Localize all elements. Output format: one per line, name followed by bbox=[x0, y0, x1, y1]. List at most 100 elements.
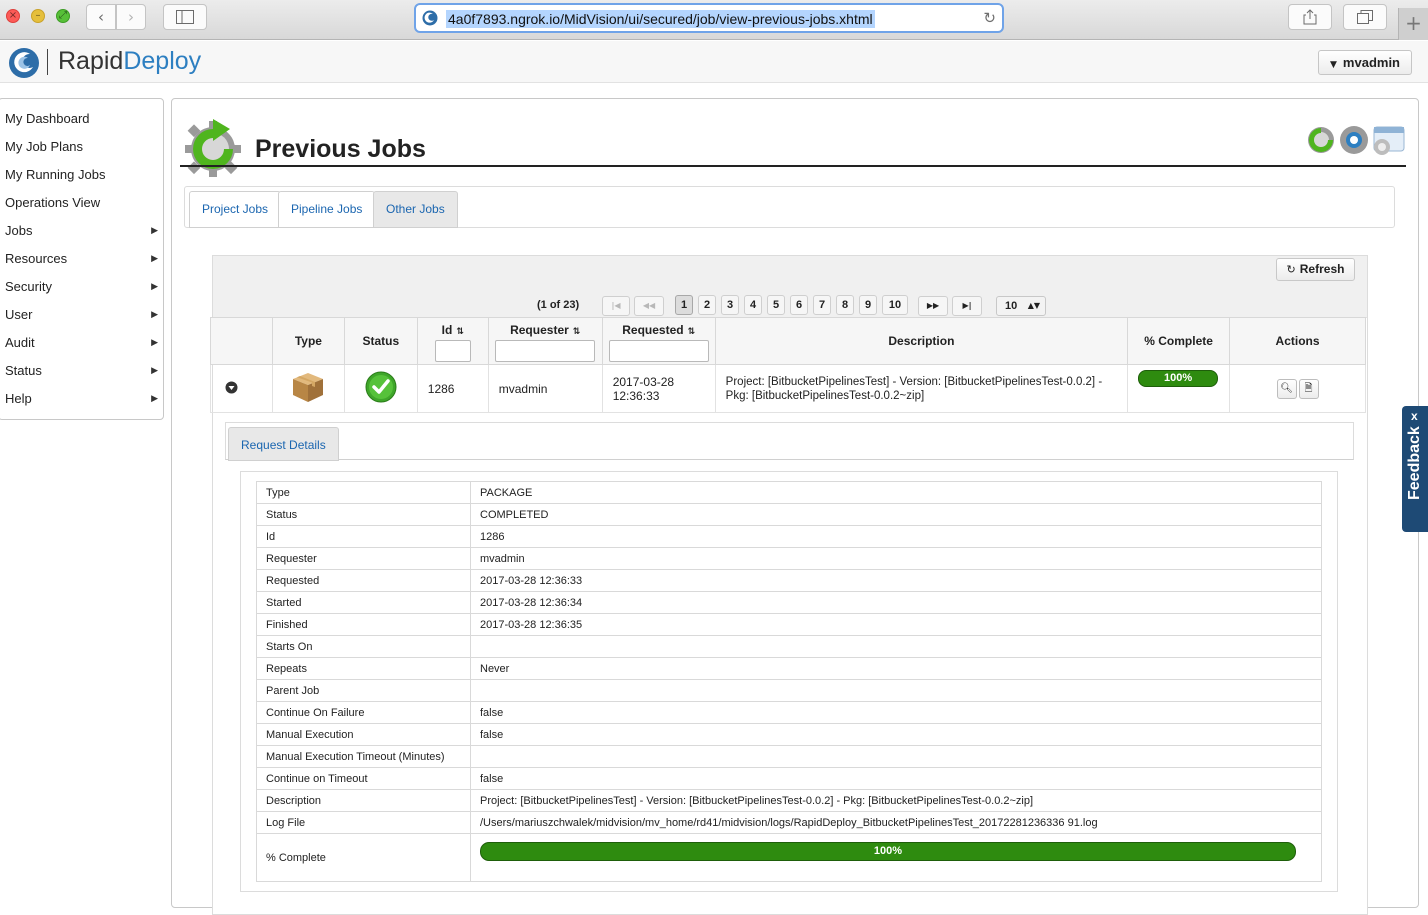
detail-value bbox=[470, 679, 1322, 702]
page-button-6[interactable]: 6 bbox=[790, 295, 808, 315]
url-text[interactable]: 4a0f7893.ngrok.io/MidVision/ui/secured/j… bbox=[446, 10, 875, 28]
calendar-gear-icon bbox=[1373, 126, 1405, 155]
menu-item-operations-view[interactable]: Operations View bbox=[0, 189, 163, 217]
menu-item-security[interactable]: Security ▶ bbox=[0, 273, 163, 301]
type-column-header: Type bbox=[271, 317, 345, 365]
gear-blue-icon bbox=[1340, 126, 1368, 154]
reload-icon[interactable]: ↻ bbox=[983, 9, 996, 27]
id-column-header[interactable]: Id ⇅ bbox=[416, 317, 489, 365]
triangle-right-icon: ▶ bbox=[151, 254, 158, 264]
detail-key: Log File bbox=[256, 811, 471, 834]
page-button-2[interactable]: 2 bbox=[698, 295, 716, 315]
tab-pipeline-jobs[interactable]: Pipeline Jobs bbox=[278, 191, 376, 228]
view-job-button[interactable]: 🔍︎ bbox=[1276, 378, 1297, 399]
rapiddeploy-logo[interactable] bbox=[8, 47, 40, 79]
page-button-10[interactable]: 10 bbox=[882, 295, 908, 315]
menu-item-audit[interactable]: Audit ▶ bbox=[0, 329, 163, 357]
previous-page-button[interactable]: ◀◀ bbox=[634, 296, 664, 316]
detail-key: Requested bbox=[256, 569, 471, 592]
feedback-tab[interactable]: x Feedback bbox=[1402, 406, 1428, 532]
description-cell: Project: [BitbucketPipelinesTest] - Vers… bbox=[714, 364, 1129, 413]
previous-jobs-table: Type Status Id ⇅ Requester ⇅ Requested ⇅ De… bbox=[210, 317, 1366, 413]
refresh-button[interactable]: ↻ Refresh bbox=[1276, 258, 1355, 281]
actions-cell: 🔍︎ 🗎 bbox=[1229, 364, 1366, 413]
forward-button[interactable]: › bbox=[116, 4, 146, 30]
table-row: Description Project: [BitbucketPipelinesT… bbox=[256, 789, 1322, 812]
page-button-7[interactable]: 7 bbox=[813, 295, 831, 315]
page-button-5[interactable]: 5 bbox=[767, 295, 785, 315]
detail-value: 2017-03-28 12:36:34 bbox=[470, 591, 1322, 614]
detail-key: Type bbox=[256, 481, 471, 504]
gear-refresh-icon bbox=[185, 119, 241, 177]
detail-key: Description bbox=[256, 789, 471, 812]
last-page-button[interactable]: ▶| bbox=[952, 296, 982, 316]
show-tabs-button[interactable] bbox=[1343, 4, 1387, 30]
table-row: Started 2017-03-28 12:36:34 bbox=[256, 591, 1322, 614]
tab-other-jobs[interactable]: Other Jobs bbox=[373, 191, 458, 228]
detail-value: COMPLETED bbox=[470, 503, 1322, 526]
request-details-table: Type PACKAGE Status COMPLETED Id 1286 Requeste… bbox=[256, 481, 1322, 882]
requester-column-header[interactable]: Requester ⇅ bbox=[487, 317, 603, 365]
back-button[interactable]: ‹ bbox=[86, 4, 116, 30]
close-window-button[interactable]: × bbox=[6, 9, 20, 23]
fullscreen-window-button[interactable]: ⤢ bbox=[56, 9, 70, 23]
new-tab-button[interactable]: + bbox=[1398, 8, 1428, 40]
complete-cell: 100% bbox=[1127, 364, 1231, 413]
menu-item-my-running-jobs[interactable]: My Running Jobs bbox=[0, 161, 163, 189]
requester-filter-input[interactable] bbox=[495, 340, 596, 362]
address-bar[interactable]: 4a0f7893.ngrok.io/MidVision/ui/secured/j… bbox=[414, 3, 1004, 33]
menu-item-user[interactable]: User ▶ bbox=[0, 301, 163, 329]
first-page-button[interactable]: |◀ bbox=[602, 296, 630, 316]
page-button-3[interactable]: 3 bbox=[721, 295, 739, 315]
next-page-button[interactable]: ▶▶ bbox=[918, 296, 948, 316]
menu-item-my-job-plans[interactable]: My Job Plans bbox=[0, 133, 163, 161]
share-button[interactable] bbox=[1288, 4, 1332, 30]
table-row: Requester mvadmin bbox=[256, 547, 1322, 570]
request-details-tabs: Request Details bbox=[225, 422, 1354, 461]
user-menu-button[interactable]: ▼ mvadmin bbox=[1318, 50, 1412, 75]
page-button-4[interactable]: 4 bbox=[744, 295, 762, 315]
page-header-icons bbox=[1308, 126, 1405, 155]
page-button-1[interactable]: 1 bbox=[675, 295, 693, 315]
minimize-window-button[interactable]: – bbox=[31, 9, 45, 23]
sidebar-icon bbox=[176, 10, 194, 24]
requested-filter-input[interactable] bbox=[608, 340, 709, 362]
detail-key: Parent Job bbox=[256, 679, 471, 702]
plus-icon: + bbox=[1405, 11, 1422, 35]
sort-icon[interactable]: ⇅ bbox=[573, 327, 581, 337]
close-feedback-icon[interactable]: x bbox=[1411, 409, 1418, 423]
tab-project-jobs[interactable]: Project Jobs bbox=[189, 191, 282, 228]
site-favicon-icon bbox=[422, 10, 438, 26]
detail-value bbox=[470, 745, 1322, 768]
id-filter-input[interactable] bbox=[434, 340, 471, 362]
row-expander-cell[interactable] bbox=[210, 364, 273, 413]
share-icon bbox=[1303, 9, 1317, 25]
menu-item-help[interactable]: Help ▶ bbox=[0, 385, 163, 413]
menu-item-my-dashboard[interactable]: My Dashboard bbox=[0, 105, 163, 133]
menu-item-jobs[interactable]: Jobs ▶ bbox=[0, 217, 163, 245]
table-row[interactable]: 1286 mvadmin 2017-03-28 12:36:33 Project:… bbox=[210, 364, 1366, 413]
expand-toggle-icon[interactable] bbox=[225, 381, 238, 394]
requested-column-header[interactable]: Requested ⇅ bbox=[601, 317, 716, 365]
page-button-9[interactable]: 9 bbox=[859, 295, 877, 315]
view-log-button[interactable]: 🗎 bbox=[1298, 378, 1319, 399]
menu-item-resources[interactable]: Resources ▶ bbox=[0, 245, 163, 273]
table-row: Log File/Users/mariuszchwalek/midvision/… bbox=[256, 811, 1322, 834]
feedback-label[interactable]: Feedback bbox=[1406, 426, 1424, 500]
check-circle-icon bbox=[365, 371, 397, 403]
tab-request-details[interactable]: Request Details bbox=[228, 427, 339, 461]
sort-icon[interactable]: ⇅ bbox=[688, 327, 696, 337]
sort-icon[interactable]: ⇅ bbox=[456, 327, 464, 337]
triangle-right-icon: ▶ bbox=[151, 226, 158, 236]
detail-value: mvadmin bbox=[470, 547, 1322, 570]
rows-per-page-select[interactable]: 10 ▲▼ bbox=[996, 296, 1046, 316]
menu-item-status[interactable]: Status ▶ bbox=[0, 357, 163, 385]
detail-value: 2017-03-28 12:36:35 bbox=[470, 613, 1322, 636]
sidebar-toggle-button[interactable] bbox=[163, 4, 207, 30]
detail-key: Finished bbox=[256, 613, 471, 636]
detail-key: Id bbox=[256, 525, 471, 548]
table-row: Status COMPLETED bbox=[256, 503, 1322, 526]
next-page-icon: ▶▶ bbox=[926, 301, 940, 310]
detail-key: Manual Execution bbox=[256, 723, 471, 746]
page-button-8[interactable]: 8 bbox=[836, 295, 854, 315]
